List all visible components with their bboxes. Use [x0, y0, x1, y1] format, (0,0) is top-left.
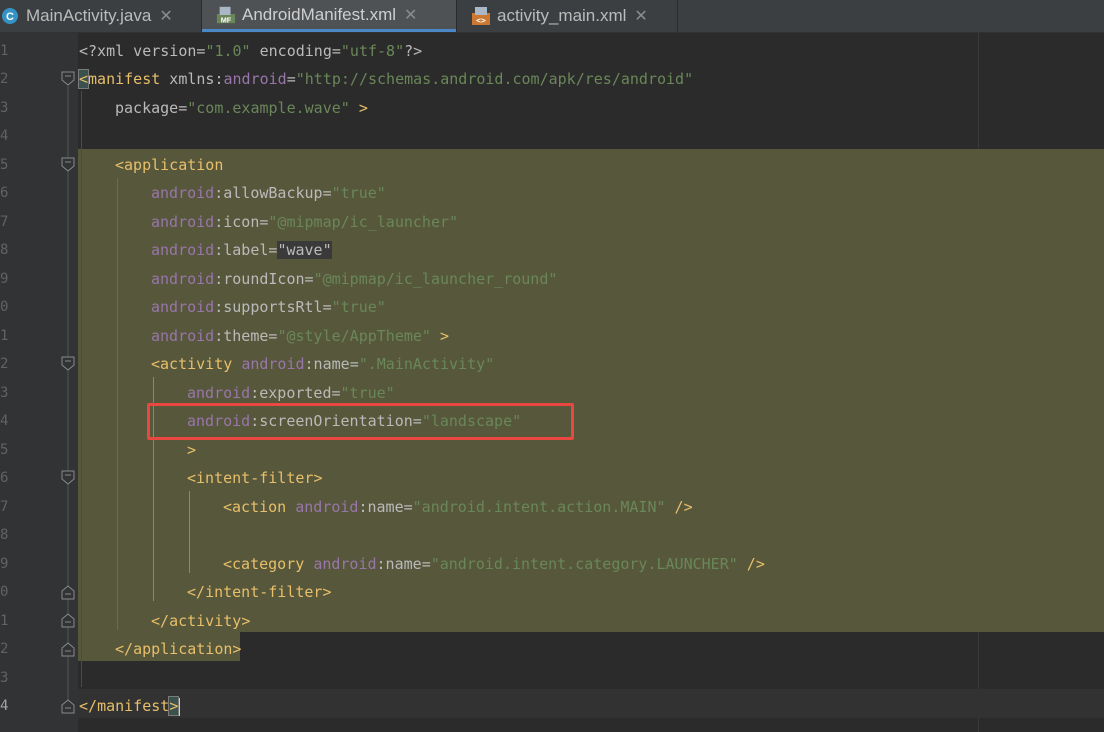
code-line-13: android:exported="true" — [187, 384, 395, 402]
code-line-8: android:label="wave" — [151, 241, 332, 259]
manifest-icon: MF — [216, 5, 236, 25]
code-line-19: <category android:name="android.intent.c… — [223, 555, 765, 573]
close-icon[interactable]: ✕ — [634, 6, 647, 26]
code-line-3: package="com.example.wave" > — [115, 99, 368, 117]
code-line-12: <activity android:name=".MainActivity" — [151, 355, 495, 373]
code-line-16: <intent-filter> — [187, 469, 323, 487]
fold-markers — [61, 71, 75, 714]
tab-label: AndroidManifest.xml — [242, 4, 397, 24]
current-line-highlight — [78, 689, 1104, 718]
close-icon[interactable]: ✕ — [159, 6, 172, 26]
code-line-11: android:theme="@style/AppTheme" > — [151, 327, 450, 345]
indent-guide — [117, 178, 118, 630]
indent-guide — [81, 91, 82, 687]
close-icon[interactable]: ✕ — [404, 5, 417, 25]
indent-guide — [189, 491, 190, 573]
editor-tab-bar: C MainActivity.java ✕ MF AndroidManifest… — [0, 0, 1104, 33]
code-line-22: </application> — [115, 640, 242, 658]
code-line-15: > — [187, 441, 197, 459]
code-line-5: <application — [115, 156, 224, 174]
code-line-7: android:icon="@mipmap/ic_launcher" — [151, 213, 459, 231]
code-line-6: android:allowBackup="true" — [151, 184, 386, 202]
annotation-highlight-box — [147, 403, 574, 440]
text-caret — [178, 697, 181, 716]
tab-androidmanifest-xml[interactable]: MF AndroidManifest.xml ✕ — [202, 0, 456, 32]
layout-xml-icon: <> — [471, 6, 491, 26]
tab-activity-main-xml[interactable]: <> activity_main.xml ✕ — [457, 0, 677, 32]
code-line-1: <?xml version="1.0" encoding="utf-8"?> — [79, 42, 423, 60]
code-line-10: android:supportsRtl="true" — [151, 298, 386, 316]
code-line-9: android:roundIcon="@mipmap/ic_launcher_r… — [151, 270, 558, 288]
manifest-icon-label: MF — [221, 15, 232, 24]
svg-text:<>: <> — [476, 16, 486, 25]
code-line-24: </manifest> — [79, 696, 181, 716]
code-line-21: </activity> — [151, 612, 251, 630]
code-line-17: <action android:name="android.intent.act… — [223, 498, 693, 516]
code-line-20: </intent-filter> — [187, 583, 332, 601]
tab-label: activity_main.xml — [497, 6, 627, 25]
code-line-2: <manifest xmlns:android="http://schemas.… — [77, 69, 694, 89]
